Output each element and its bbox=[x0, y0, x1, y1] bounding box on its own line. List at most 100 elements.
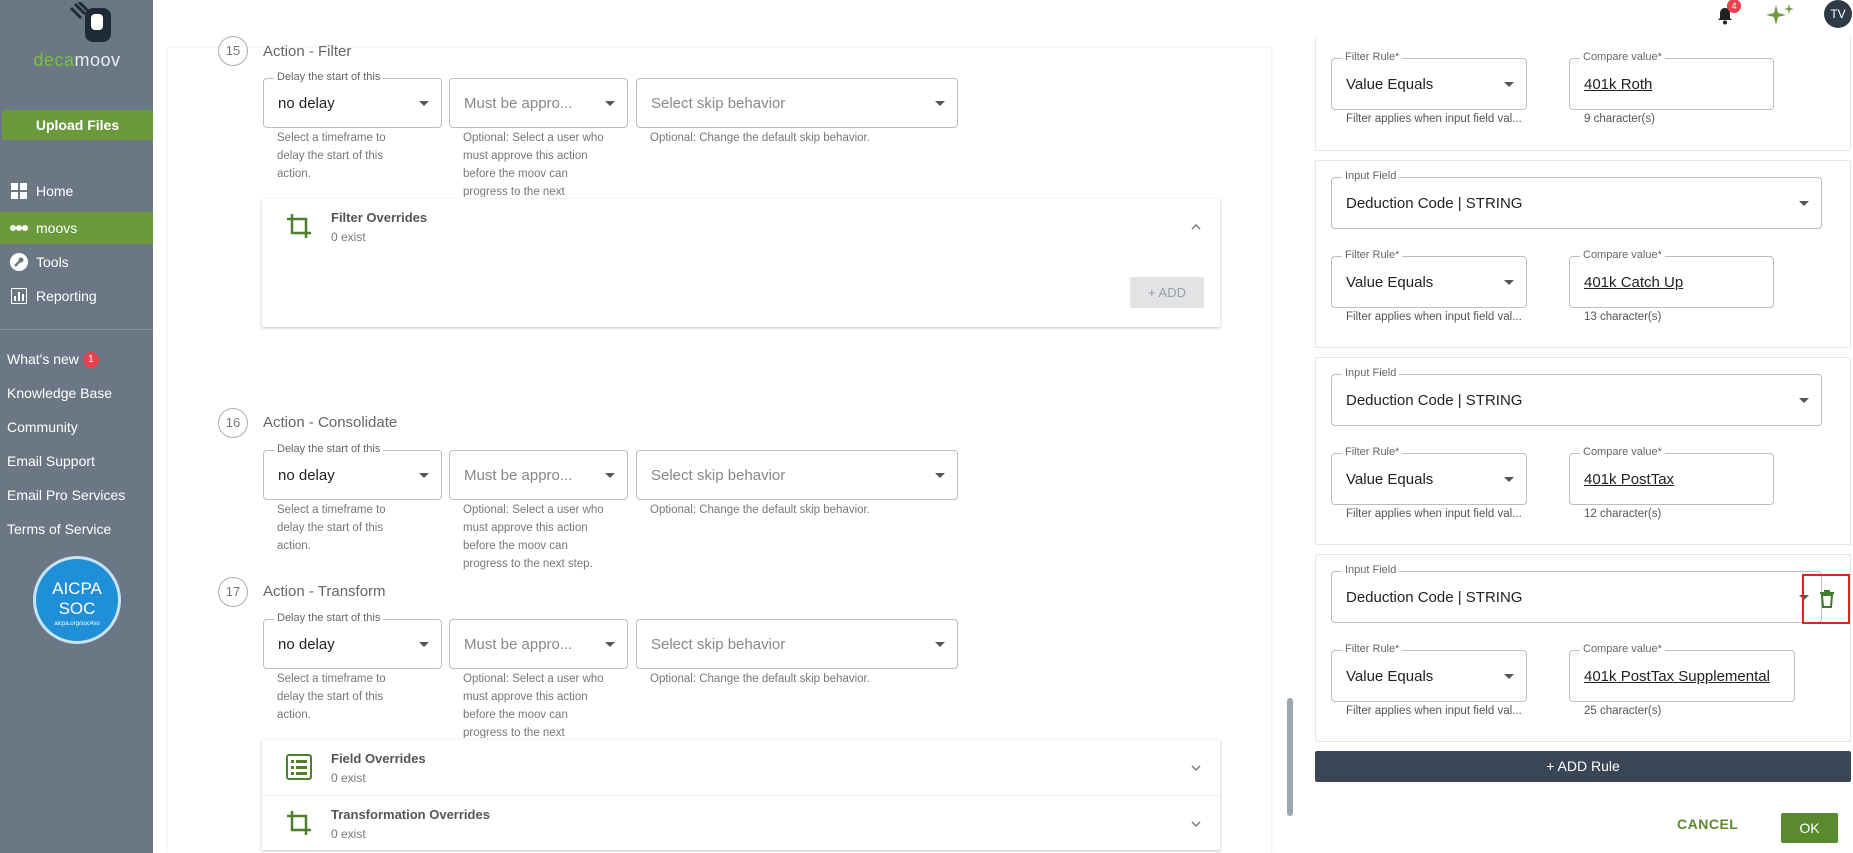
cancel-button[interactable]: CANCEL bbox=[1677, 816, 1738, 832]
compare-value: 401k PostTax bbox=[1584, 471, 1675, 488]
filter-help: Filter applies when input field val... bbox=[1346, 508, 1522, 520]
aicpa-text: AICPA bbox=[52, 579, 102, 598]
add-rule-button[interactable]: + ADD Rule bbox=[1315, 751, 1851, 782]
char-count: 25 character(s) bbox=[1584, 705, 1662, 717]
top-bar bbox=[153, 0, 1853, 30]
compare-value-input[interactable]: Compare value* 401k PostTax Supplemental bbox=[1569, 643, 1795, 702]
dropdown-arrow-icon bbox=[605, 473, 615, 478]
email-support-link[interactable]: Email Support bbox=[7, 453, 95, 469]
override-count: 0 exist bbox=[331, 771, 366, 785]
delay-value: no delay bbox=[278, 467, 335, 484]
skip-behavior-select[interactable]: Select skip behavior bbox=[636, 450, 958, 500]
filter-rule-value: Value Equals bbox=[1346, 76, 1434, 93]
approver-help: Optional: Select a user who must approve… bbox=[463, 673, 604, 738]
delay-label: Delay the start of this bbox=[274, 443, 384, 455]
chevron-up-icon[interactable] bbox=[1190, 221, 1202, 233]
knowledge-base-link[interactable]: Knowledge Base bbox=[7, 385, 112, 401]
upload-files-button[interactable]: Upload Files bbox=[2, 110, 153, 140]
delay-help: Select a timeframe to delay the start of… bbox=[277, 673, 386, 721]
logo-text-moov: moov bbox=[74, 50, 121, 70]
filter-rule-select[interactable]: Filter Rule* Value Equals bbox=[1331, 643, 1527, 702]
approver-placeholder: Must be appro... bbox=[464, 467, 573, 484]
whats-new-link[interactable]: What's new 1 bbox=[7, 351, 99, 369]
skip-placeholder: Select skip behavior bbox=[651, 467, 786, 484]
avatar[interactable]: TV bbox=[1824, 0, 1852, 28]
dropdown-arrow-icon bbox=[419, 473, 429, 478]
filter-rule-label: Filter Rule* bbox=[1342, 446, 1403, 458]
delay-select[interactable]: Delay the start of this no delay bbox=[263, 443, 442, 500]
email-pro-services-link[interactable]: Email Pro Services bbox=[7, 487, 125, 503]
sidebar-item-tools[interactable]: Tools bbox=[0, 246, 153, 278]
compare-value-input[interactable]: Compare value* 401k PostTax bbox=[1569, 446, 1774, 505]
approver-select[interactable]: Must be appro... bbox=[449, 450, 628, 500]
decamoov-logo[interactable]: decamoov bbox=[22, 0, 132, 70]
skip-help: Optional: Change the default skip behavi… bbox=[650, 132, 870, 144]
dropdown-arrow-icon bbox=[935, 642, 945, 647]
whats-new-badge: 1 bbox=[82, 352, 99, 369]
dropdown-arrow-icon bbox=[935, 473, 945, 478]
filter-help: Filter applies when input field val... bbox=[1346, 705, 1522, 717]
sidebar-item-label: Tools bbox=[36, 254, 69, 270]
approver-select[interactable]: Must be appro... bbox=[449, 619, 628, 669]
add-filter-override-button[interactable]: + ADD bbox=[1130, 277, 1204, 308]
compare-value-input[interactable]: Compare value* 401k Catch Up bbox=[1569, 249, 1774, 308]
ok-button[interactable]: OK bbox=[1781, 813, 1838, 843]
sidebar-item-moovs[interactable]: moovs bbox=[0, 212, 153, 244]
dropdown-arrow-icon bbox=[419, 642, 429, 647]
sidebar-item-home[interactable]: Home bbox=[0, 175, 153, 207]
delay-value: no delay bbox=[278, 636, 335, 653]
compare-label: Compare value* bbox=[1580, 446, 1665, 458]
step-title: Action - Transform bbox=[263, 583, 386, 600]
rule-card: Input Field Deduction Code | STRING Filt… bbox=[1315, 554, 1851, 742]
aicpa-soc-badge: AICPA SOC aicpa.org/soc4so bbox=[33, 556, 121, 644]
rule-card: Filter Rule* Value Equals Compare value*… bbox=[1315, 36, 1851, 151]
field-overrides-header[interactable]: Field Overrides 0 exist bbox=[262, 740, 1220, 796]
input-field-select[interactable]: Input Field Deduction Code | STRING bbox=[1331, 367, 1822, 426]
transformation-overrides-header[interactable]: Transformation Overrides 0 exist bbox=[262, 796, 1220, 852]
filter-rule-select[interactable]: Filter Rule* Value Equals bbox=[1331, 249, 1527, 308]
step-number: 15 bbox=[218, 36, 248, 66]
delay-select[interactable]: Delay the start of this no delay bbox=[263, 71, 442, 128]
input-field-select[interactable]: Input Field Deduction Code | STRING bbox=[1331, 564, 1822, 623]
override-count: 0 exist bbox=[331, 230, 366, 244]
skip-behavior-select[interactable]: Select skip behavior bbox=[636, 619, 958, 669]
chevron-down-icon[interactable] bbox=[1190, 818, 1202, 830]
logo-text-deca: deca bbox=[33, 50, 75, 70]
compare-value-input[interactable]: Compare value* 401k Roth bbox=[1569, 51, 1774, 110]
chevron-down-icon[interactable] bbox=[1190, 762, 1202, 774]
step-number: 17 bbox=[218, 577, 248, 607]
skip-behavior-select[interactable]: Select skip behavior bbox=[636, 78, 958, 128]
sidebar-item-label: Home bbox=[36, 183, 74, 199]
approver-placeholder: Must be appro... bbox=[464, 95, 573, 112]
delay-label: Delay the start of this bbox=[274, 71, 384, 83]
sidebar-item-reporting[interactable]: Reporting bbox=[0, 280, 153, 312]
filter-rule-select[interactable]: Filter Rule* Value Equals bbox=[1331, 446, 1527, 505]
delete-rule-button[interactable] bbox=[1802, 574, 1850, 624]
dropdown-arrow-icon bbox=[605, 101, 615, 106]
approver-placeholder: Must be appro... bbox=[464, 636, 573, 653]
char-count: 13 character(s) bbox=[1584, 311, 1662, 323]
filter-overrides-header[interactable]: Filter Overrides 0 exist bbox=[262, 199, 1220, 255]
skip-help: Optional: Change the default skip behavi… bbox=[650, 673, 870, 685]
input-field-value: Deduction Code | STRING bbox=[1346, 589, 1523, 606]
main-scrollbar[interactable] bbox=[1287, 698, 1293, 816]
filter-rule-select[interactable]: Filter Rule* Value Equals bbox=[1331, 51, 1527, 110]
sparkle-icon[interactable] bbox=[1762, 2, 1796, 28]
filter-rule-value: Value Equals bbox=[1346, 471, 1434, 488]
approver-select[interactable]: Must be appro... bbox=[449, 78, 628, 128]
compare-value: 401k PostTax Supplemental bbox=[1584, 668, 1770, 685]
delay-select[interactable]: Delay the start of this no delay bbox=[263, 612, 442, 669]
sidebar-divider bbox=[0, 329, 153, 330]
input-field-value: Deduction Code | STRING bbox=[1346, 195, 1523, 212]
dropdown-arrow-icon bbox=[1504, 477, 1514, 482]
dropdown-arrow-icon bbox=[1504, 674, 1514, 679]
community-link[interactable]: Community bbox=[7, 419, 78, 435]
char-count: 9 character(s) bbox=[1584, 113, 1655, 125]
input-field-label: Input Field bbox=[1342, 367, 1400, 379]
step-title: Action - Consolidate bbox=[263, 414, 398, 431]
grid-icon bbox=[10, 182, 28, 200]
terms-of-service-link[interactable]: Terms of Service bbox=[7, 521, 111, 537]
input-field-select[interactable]: Input Field Deduction Code | STRING bbox=[1331, 170, 1822, 229]
dropdown-arrow-icon bbox=[1799, 398, 1809, 403]
override-title: Transformation Overrides bbox=[331, 807, 490, 822]
